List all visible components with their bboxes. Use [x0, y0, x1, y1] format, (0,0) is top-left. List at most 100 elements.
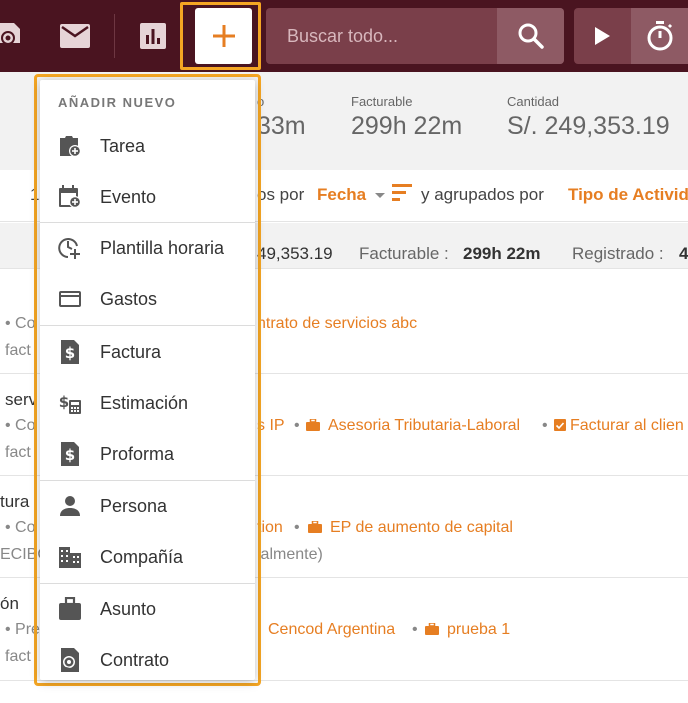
menu-item-label: Proforma [100, 444, 175, 464]
checklist-icon [554, 419, 566, 431]
timer-controls [574, 8, 688, 64]
search-bar [266, 8, 564, 64]
row-separator: • [412, 621, 418, 638]
menu-header: AÑADIR NUEVO [58, 95, 177, 110]
svg-text:$: $ [59, 393, 69, 411]
caret-down-icon [374, 193, 385, 199]
row-title: ón [0, 594, 19, 613]
search-icon [518, 23, 544, 49]
menu-item-label: Plantilla horaria [100, 238, 225, 258]
play-icon [595, 27, 610, 45]
toolbar-divider [114, 14, 115, 58]
menu-divider [40, 325, 255, 326]
briefcase-icon [306, 419, 320, 431]
row-link[interactable]: prueba 1 [447, 621, 510, 639]
menu-item-label: Tarea [100, 136, 146, 156]
menu-item-tarea[interactable]: Tarea [40, 122, 255, 170]
stat-label-billable: Facturable [351, 94, 413, 109]
row-link[interactable]: Facturar al clien [570, 417, 684, 435]
add-new-menu: AÑADIR NUEVO Tarea Evento Plantilla hora… [40, 80, 255, 680]
menu-item-label: Estimación [100, 393, 189, 413]
time-template-add-icon [58, 238, 80, 259]
menu-item-label: Contrato [100, 650, 170, 670]
row-link[interactable]: s IP [257, 417, 285, 435]
person-icon [60, 496, 80, 516]
row-meta: • Co [5, 315, 36, 332]
briefcase-icon [59, 597, 81, 620]
menu-item-label: Persona [100, 496, 168, 516]
sort-field-dropdown[interactable]: Fecha [317, 185, 385, 205]
row-separator: • [294, 417, 300, 434]
total-billable-label: Facturable : [359, 244, 449, 263]
menu-item-proforma[interactable]: $ Proforma [40, 430, 255, 478]
top-bar [0, 0, 688, 72]
row-meta: fact [5, 648, 31, 665]
menu-item-factura[interactable]: $ Factura [40, 328, 255, 376]
stat-value-amount: S/. 249,353.19 [507, 112, 670, 140]
row-link[interactable]: EP de aumento de capital [330, 519, 513, 537]
row-meta: ialmente) [257, 546, 323, 563]
menu-item-gastos[interactable]: Gastos [40, 275, 255, 323]
menu-item-label: Gastos [100, 289, 158, 309]
timer-play-button[interactable] [574, 8, 630, 64]
contract-badge-icon[interactable] [0, 0, 24, 72]
search-input[interactable] [266, 8, 498, 64]
svg-text:$: $ [65, 344, 75, 362]
group-text: y agrupados por [421, 185, 544, 204]
group-field-link[interactable]: Tipo de Activid [568, 185, 688, 205]
mail-icon[interactable] [56, 0, 94, 72]
total-registered-label: Registrado : [572, 244, 664, 263]
menu-item-evento[interactable]: Evento [40, 173, 255, 221]
menu-item-label: Evento [100, 187, 157, 207]
menu-item-estimacion[interactable]: $ Estimación [40, 379, 255, 427]
stat-value-billable: 299h 22m [351, 112, 463, 140]
row-meta: • Co [5, 519, 36, 536]
total-billable-value: 299h 22m [463, 244, 541, 263]
stat-label-amount: Cantidad [507, 94, 560, 109]
row-meta: fact [5, 444, 31, 461]
plus-icon [212, 25, 235, 47]
briefcase-icon [425, 623, 439, 635]
row-title: serv [5, 390, 38, 409]
invoice-icon: $ [61, 340, 79, 364]
proforma-icon: $ [61, 442, 79, 466]
menu-item-compania[interactable]: Compañía [40, 533, 255, 581]
row-meta: • Co [5, 417, 36, 434]
menu-item-label: Asunto [100, 599, 157, 619]
contract-icon [61, 648, 79, 672]
menu-divider [40, 583, 255, 584]
sort-order-icon[interactable] [392, 183, 414, 201]
briefcase-icon [308, 521, 322, 533]
row-title: tura [0, 492, 30, 511]
credit-card-icon [59, 291, 81, 307]
stopwatch-icon [647, 21, 672, 51]
menu-item-persona[interactable]: Persona [40, 482, 255, 530]
search-button[interactable] [497, 8, 564, 64]
estimate-icon: $ [59, 393, 81, 414]
menu-item-label: Compañía [100, 547, 184, 567]
menu-divider [40, 480, 255, 481]
menu-item-asunto[interactable]: Asunto [40, 585, 255, 633]
stat-value-partial: 33m [257, 112, 306, 140]
row-separator: • [294, 519, 300, 536]
menu-item-label: Factura [100, 342, 162, 362]
menu-item-plantilla-horaria[interactable]: Plantilla horaria [40, 224, 255, 272]
reports-chart-icon[interactable] [138, 0, 168, 72]
task-add-icon [60, 136, 81, 157]
row-link[interactable]: Cencod Argentina [268, 621, 395, 639]
row-meta: fact [5, 342, 31, 359]
event-add-icon [59, 185, 81, 208]
row-separator: • [542, 417, 548, 434]
total-amount: 49,353.19 [257, 244, 333, 263]
menu-item-contrato[interactable]: Contrato [40, 636, 255, 680]
total-registered-value: 4 [679, 244, 688, 263]
menu-divider [40, 222, 255, 223]
sort-text: os por [257, 185, 305, 204]
row-link[interactable]: ntrato de servicios abc [257, 315, 417, 333]
svg-text:$: $ [65, 446, 75, 464]
sort-field-label: Fecha [317, 185, 367, 204]
add-new-button[interactable] [195, 8, 252, 64]
stopwatch-button[interactable] [631, 8, 688, 64]
company-icon [59, 547, 81, 568]
row-link[interactable]: Asesoria Tributaria-Laboral [328, 417, 520, 435]
